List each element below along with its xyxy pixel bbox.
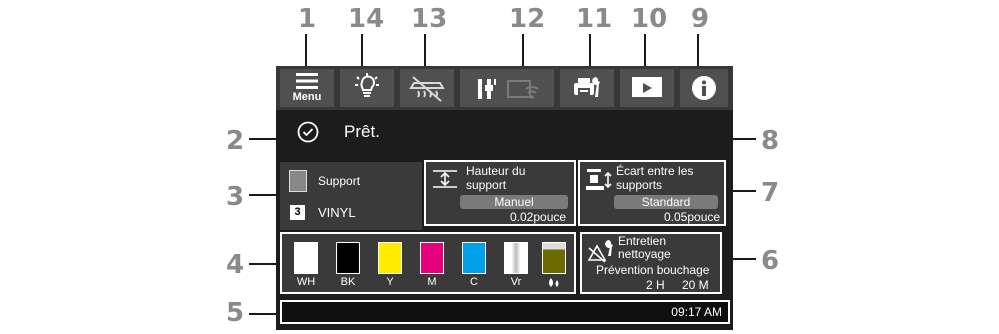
ink-label-vr: Vr (510, 276, 522, 288)
ink-cartridge-wh (294, 242, 318, 274)
head-height-icon (433, 170, 457, 188)
callout-6: 6 (761, 246, 780, 276)
heater-off-button[interactable] (400, 69, 454, 107)
wifi-icon (507, 80, 539, 99)
ink-label-c: C (470, 276, 478, 288)
ink-cartridge-c (462, 242, 486, 274)
leader-line-11 (589, 34, 591, 68)
callout-2: 2 (226, 126, 245, 156)
leader-line-10 (644, 34, 646, 68)
play-video-icon (632, 77, 662, 97)
ink-levels-panel[interactable]: WH BK Y M C Vr (280, 232, 576, 294)
media-gap-mode: Standard (614, 195, 718, 209)
callout-4: 4 (226, 250, 245, 280)
media-panel[interactable]: Support 3 VINYL (280, 162, 422, 230)
cleaning-wrench-icon (587, 240, 613, 263)
media-gap-panel[interactable]: Écart entre les supports Standard 0.05po… (578, 160, 726, 226)
maintenance-minutes: 20 M (682, 278, 709, 292)
platen-gap-title-line1: Hauteur du (466, 164, 526, 178)
top-toolbar: Menu (276, 66, 733, 110)
lightbulb-icon (355, 73, 379, 97)
info-button[interactable] (680, 69, 728, 107)
clock-time: 09:17 AM (671, 305, 722, 319)
leader-line-9 (697, 34, 699, 68)
status-row: Prêt. (276, 110, 733, 154)
callout-12: 12 (509, 4, 546, 34)
menu-label: Menu (292, 91, 322, 103)
ink-cartridge-bk (336, 242, 360, 274)
waste-ink-drop-icon (549, 278, 559, 287)
callout-7: 7 (761, 178, 780, 208)
callout-3: 3 (226, 182, 245, 212)
platen-gap-mode: Manuel (460, 195, 568, 209)
media-slot-badge: 3 (290, 205, 305, 220)
leader-line-12 (522, 34, 524, 68)
ink-cartridge-y (378, 242, 402, 274)
leader-line-1 (305, 34, 307, 68)
maintenance-title-line2: nettoyage (618, 247, 671, 261)
status-text: Prêt. (344, 122, 380, 141)
ink-label-bk: BK (340, 276, 356, 288)
media-name: VINYL (318, 205, 356, 220)
ink-label-y: Y (386, 276, 394, 288)
menu-button[interactable]: Menu (280, 69, 334, 107)
video-button[interactable] (620, 69, 674, 107)
media-gap-title-line1: Écart entre les (616, 164, 694, 178)
network-status-button[interactable] (460, 69, 554, 107)
maintenance-hours: 2 H (646, 278, 665, 292)
ink-cartridge-vr (504, 242, 528, 274)
media-gap-value: 0.05pouce (664, 210, 721, 224)
callout-8: 8 (761, 126, 780, 156)
ink-label-m: M (427, 276, 437, 288)
callout-11: 11 (576, 4, 613, 34)
maintenance-button[interactable] (560, 69, 614, 107)
hamburger-icon (296, 73, 318, 89)
platen-gap-panel[interactable]: Hauteur du support Manuel 0.02pouce (424, 160, 576, 226)
platen-gap-title-line2: support (466, 178, 507, 192)
callout-10: 10 (631, 4, 668, 34)
callout-5: 5 (226, 298, 245, 328)
callout-14: 14 (348, 4, 385, 34)
info-icon (692, 76, 716, 100)
wired-lan-icon (478, 79, 496, 99)
media-icon (289, 170, 307, 192)
media-label: Support (318, 174, 361, 188)
light-button[interactable] (340, 69, 394, 107)
ink-cartridge-m (420, 242, 444, 274)
callout-13: 13 (411, 4, 448, 34)
leader-line-14 (361, 34, 363, 68)
media-gap-title-line2: supports (616, 178, 663, 192)
waste-ink-box (542, 242, 566, 274)
callout-9: 9 (691, 4, 710, 34)
maintenance-subtitle: Prévention bouchage (596, 263, 710, 277)
gap-adjust-icon (586, 169, 612, 190)
control-panel-screen: Menu Prêt. Support 3 VINYL Hauteur du su… (276, 66, 733, 330)
printer-wrench-icon (574, 77, 600, 97)
clock-bar: 09:17 AM (280, 300, 730, 324)
leader-line-13 (424, 34, 426, 68)
heater-off-icon (409, 76, 445, 102)
ink-label-wh: WH (296, 276, 316, 288)
check-circle-icon (297, 121, 319, 143)
callout-1: 1 (298, 4, 317, 34)
platen-gap-value: 0.02pouce (510, 210, 567, 224)
maintenance-panel[interactable]: Entretien nettoyage Prévention bouchage … (580, 232, 722, 294)
